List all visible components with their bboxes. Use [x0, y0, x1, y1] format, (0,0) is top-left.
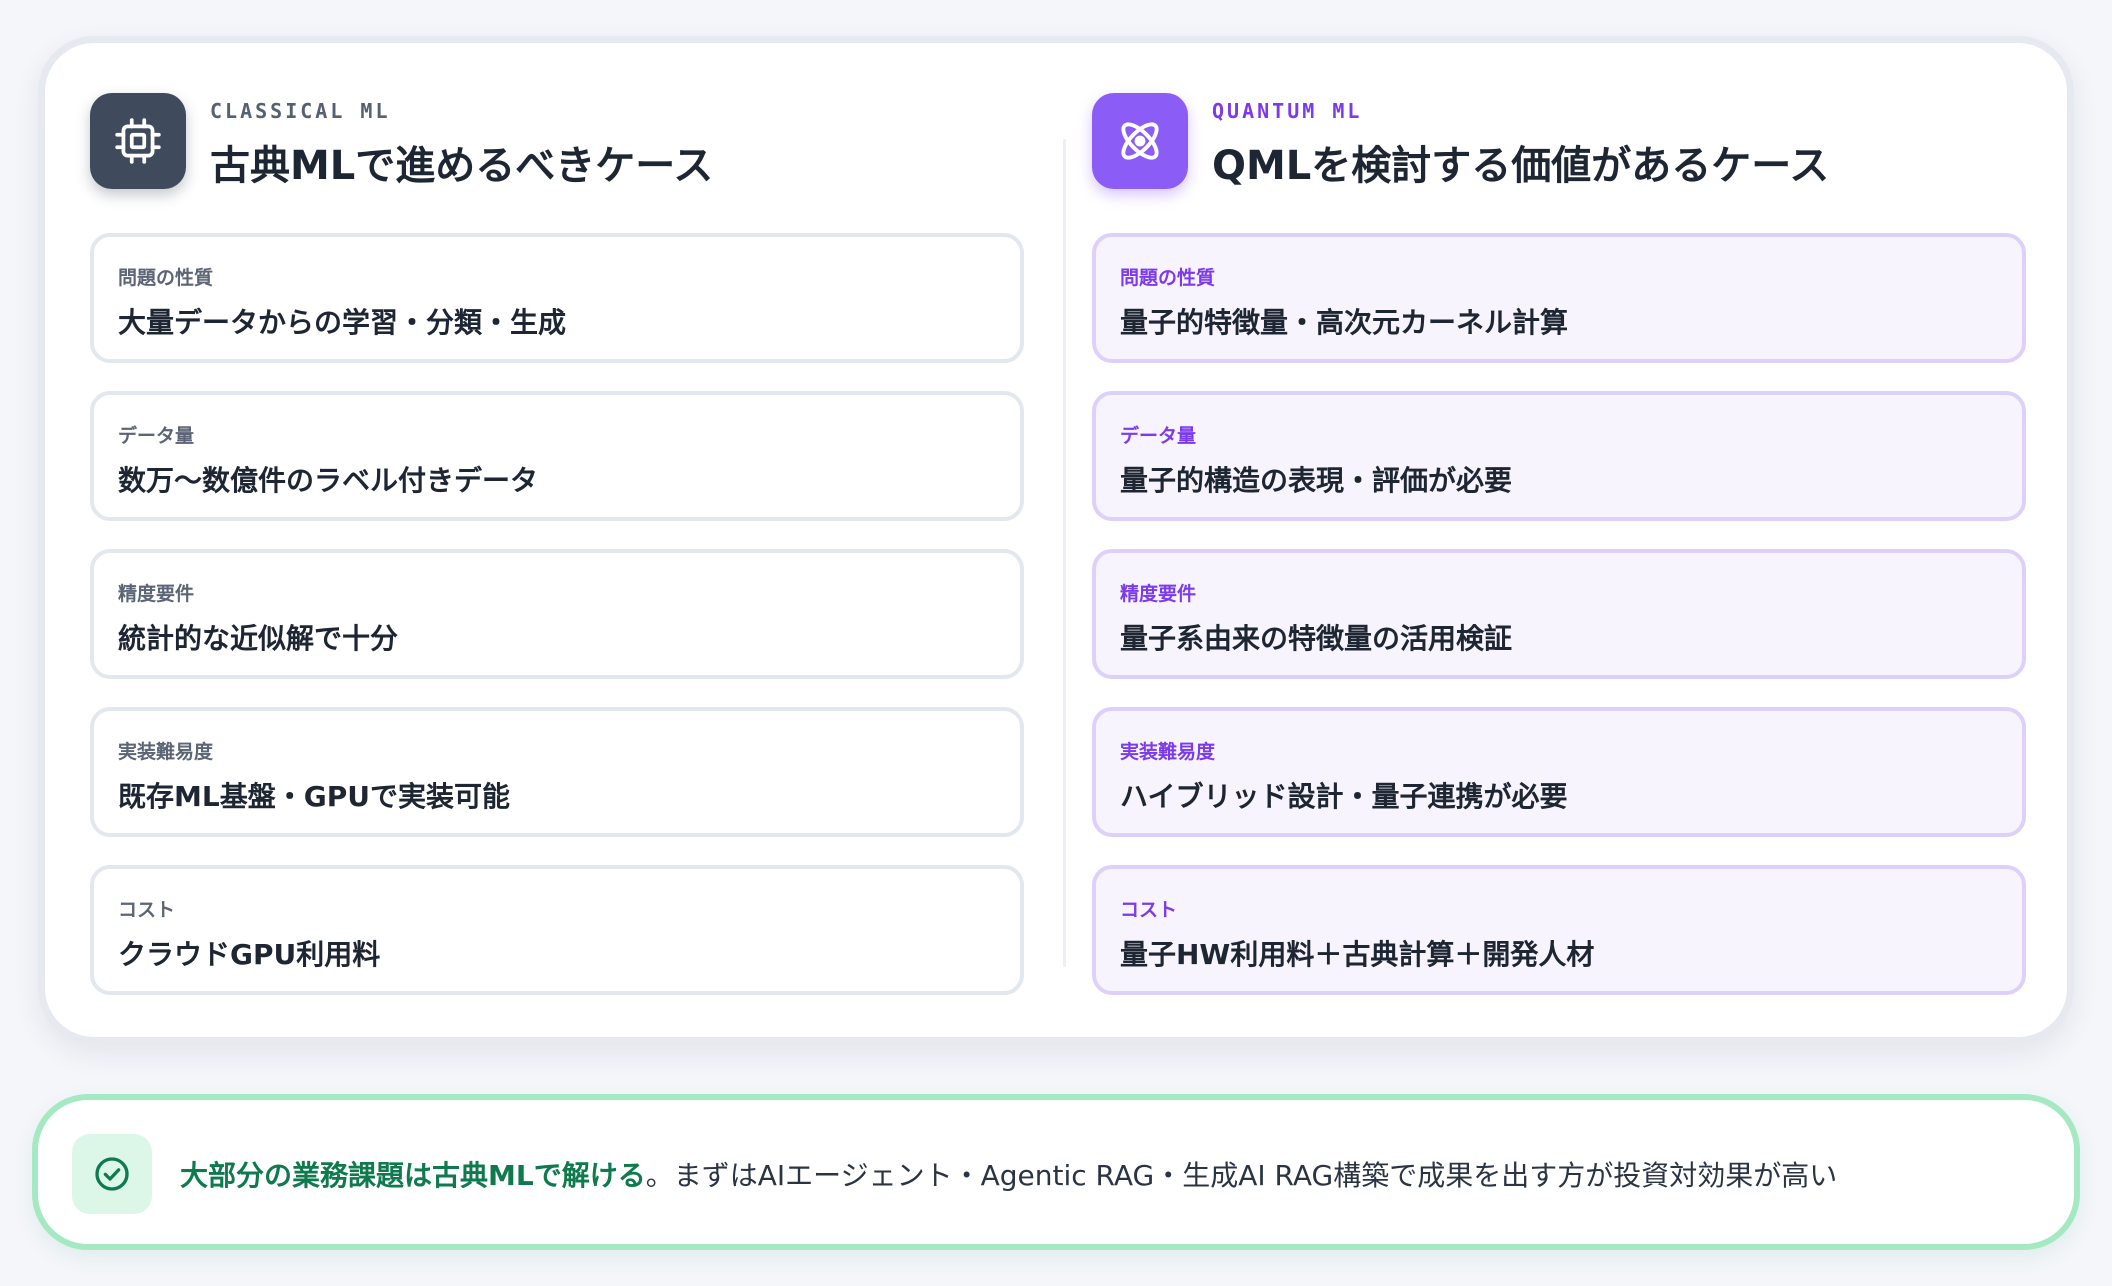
row-value: 量子HW利用料＋古典計算＋開発人材	[1120, 938, 1595, 971]
row-value: 既存ML基盤・GPUで実装可能	[118, 780, 510, 813]
summary-highlight: 大部分の業務課題は古典MLで解ける	[180, 1159, 646, 1192]
classical-row-cost: コスト クラウドGPU利用料	[90, 865, 1024, 995]
classical-title: 古典MLで進めるべきケース	[210, 143, 714, 189]
summary-banner: 大部分の業務課題は古典MLで解ける。まずはAIエージェント・Agentic RA…	[32, 1094, 2080, 1250]
row-label: コスト	[1120, 899, 1178, 921]
comparison-card: CLASSICAL ML 古典MLで進めるべきケース 問題の性質 大量データから…	[38, 36, 2074, 1044]
classical-row-problem: 問題の性質 大量データからの学習・分類・生成	[90, 233, 1024, 363]
summary-rest: 。まずはAIエージェント・Agentic RAG・生成AI RAG構築で成果を出…	[645, 1159, 1838, 1192]
cpu-chip-icon	[90, 93, 186, 189]
row-label: 精度要件	[118, 583, 195, 605]
row-value: クラウドGPU利用料	[118, 938, 381, 971]
row-value: ハイブリッド設計・量子連携が必要	[1120, 780, 1568, 813]
row-label: 実装難易度	[1120, 741, 1216, 763]
quantum-row-problem: 問題の性質 量子的特徴量・高次元カーネル計算	[1092, 233, 2026, 363]
row-value: 量子系由来の特徴量の活用検証	[1120, 622, 1513, 655]
row-label: 実装難易度	[118, 741, 214, 763]
row-value: 量子的特徴量・高次元カーネル計算	[1120, 306, 1569, 339]
row-value: 量子的構造の表現・評価が必要	[1120, 464, 1513, 497]
column-divider	[1063, 139, 1066, 967]
row-value: 統計的な近似解で十分	[118, 622, 399, 655]
classical-row-difficulty: 実装難易度 既存ML基盤・GPUで実装可能	[90, 707, 1024, 837]
classical-kicker: CLASSICAL ML	[210, 99, 391, 123]
quantum-title: QMLを検討する価値があるケース	[1212, 143, 1830, 189]
quantum-row-difficulty: 実装難易度 ハイブリッド設計・量子連携が必要	[1092, 707, 2026, 837]
quantum-header: QUANTUM ML QMLを検討する価値があるケース	[1092, 93, 2026, 193]
row-label: データ量	[1120, 425, 1197, 447]
classical-header: CLASSICAL ML 古典MLで進めるべきケース	[90, 93, 1024, 193]
quantum-row-cost: コスト 量子HW利用料＋古典計算＋開発人材	[1092, 865, 2026, 995]
row-label: 精度要件	[1120, 583, 1197, 605]
classical-row-data-volume: データ量 数万〜数億件のラベル付きデータ	[90, 391, 1024, 521]
check-circle-icon	[72, 1134, 152, 1214]
row-label: 問題の性質	[1120, 267, 1216, 289]
row-value: 大量データからの学習・分類・生成	[118, 306, 567, 339]
classical-column: CLASSICAL ML 古典MLで進めるべきケース 問題の性質 大量データから…	[90, 43, 1024, 1037]
classical-row-accuracy: 精度要件 統計的な近似解で十分	[90, 549, 1024, 679]
quantum-column: QUANTUM ML QMLを検討する価値があるケース 問題の性質 量子的特徴量…	[1092, 43, 2026, 1037]
row-label: 問題の性質	[118, 267, 214, 289]
quantum-row-data-volume: データ量 量子的構造の表現・評価が必要	[1092, 391, 2026, 521]
row-label: コスト	[118, 899, 176, 921]
quantum-row-accuracy: 精度要件 量子系由来の特徴量の活用検証	[1092, 549, 2026, 679]
atom-icon	[1092, 93, 1188, 189]
row-value: 数万〜数億件のラベル付きデータ	[118, 464, 539, 497]
quantum-kicker: QUANTUM ML	[1212, 99, 1363, 123]
row-label: データ量	[118, 425, 195, 447]
summary-text: 大部分の業務課題は古典MLで解ける。まずはAIエージェント・Agentic RA…	[180, 1154, 1837, 1194]
